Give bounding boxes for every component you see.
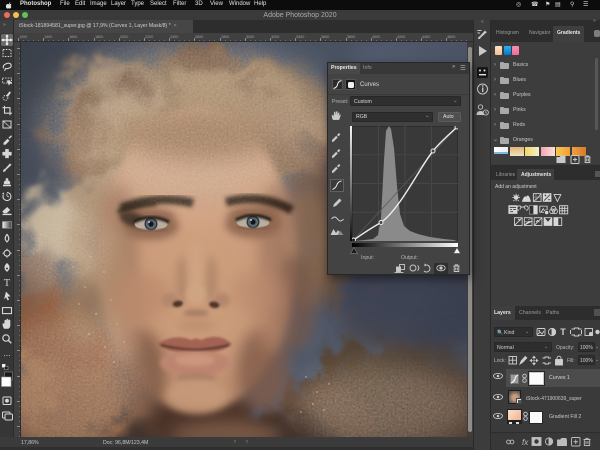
svg-text:fx: fx [522,438,529,447]
svg-text:T: T [560,327,566,337]
svg-text:⋯: ⋯ [4,353,11,360]
svg-text:T: T [4,278,11,289]
